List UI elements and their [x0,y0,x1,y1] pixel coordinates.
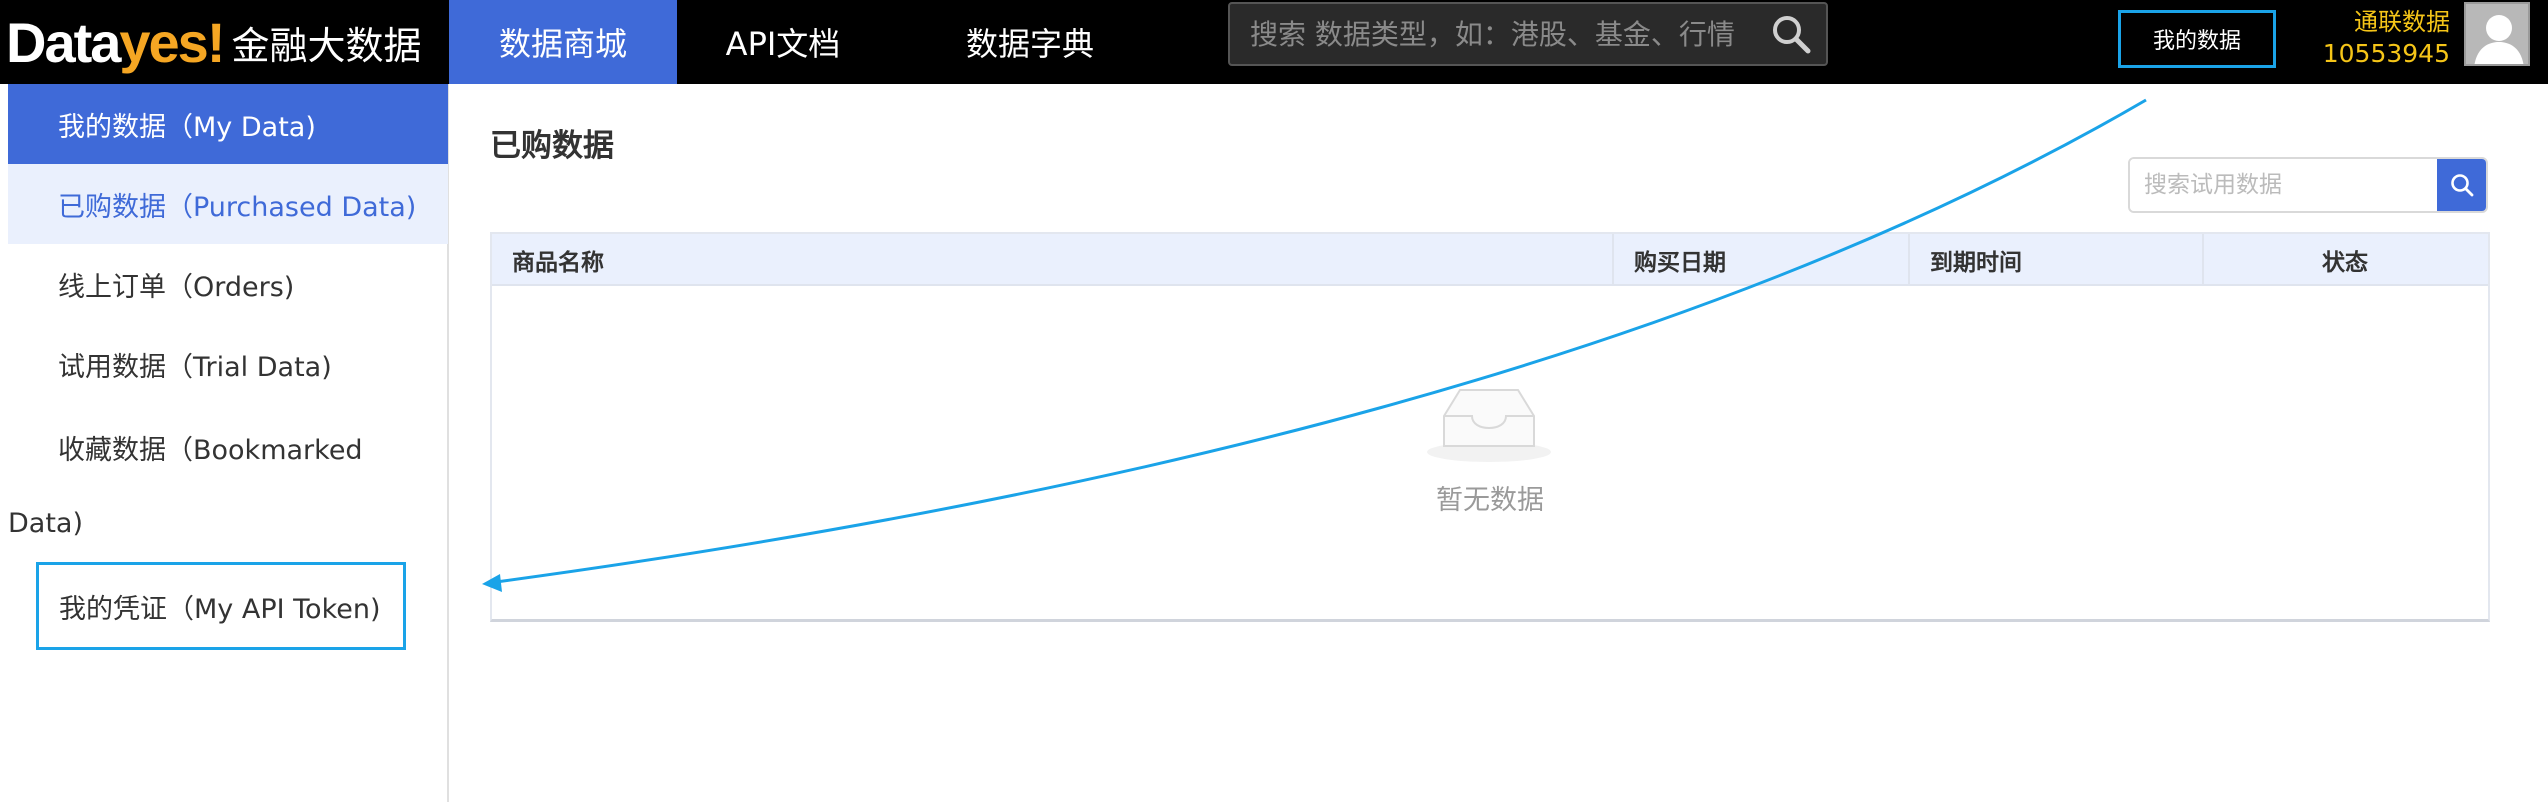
user-id: 10553945 [2322,39,2450,68]
column-header-product-name: 商品名称 [512,250,604,276]
empty-state-text: 暂无数据 [1436,485,1544,516]
empty-inbox-icon [1427,389,1551,462]
logo-data-text: Data [6,10,121,74]
sidebar-item-bookmarked-data-wrap[interactable]: Data) [8,508,83,539]
page-title: 已购数据 [490,128,614,164]
sidebar: 我的数据（My Data) 已购数据（Purchased Data) 线上订单（… [0,84,449,802]
trial-search-input[interactable] [2130,159,2437,211]
sidebar-item-my-data[interactable]: 我的数据（My Data) [8,84,448,164]
purchased-data-table: 商品名称 购买日期 到期时间 状态 暂无数据 [490,232,2490,622]
sidebar-item-purchased-data[interactable]: 已购数据（Purchased Data) [8,164,448,244]
column-header-status: 状态 [2322,250,2368,276]
search-icon [2450,174,2473,197]
search-icon[interactable] [1756,4,1826,64]
column-divider [1612,234,1614,286]
sidebar-item-trial-data[interactable]: 试用数据（Trial Data) [8,324,448,404]
my-data-button[interactable]: 我的数据 [2118,10,2276,68]
global-search [1228,2,1828,66]
sidebar-item-bookmarked-data[interactable]: 收藏数据（Bookmarked [58,428,363,467]
column-divider [1908,234,1910,286]
empty-state: 暂无数据 [492,286,2488,620]
logo-yes-text: yes! [119,10,225,74]
nav-data-dictionary[interactable]: 数据字典 [920,0,1140,84]
column-header-expiry-time: 到期时间 [1930,250,2022,276]
logo[interactable]: Data yes! 金融大数据 [6,6,422,78]
trial-search [2128,157,2488,213]
org-name: 通联数据 [2354,8,2450,36]
user-info[interactable]: 通联数据 10553945 [2310,6,2450,70]
top-bar: Data yes! 金融大数据 数据商城 API文档 数据字典 我的数据 通联数… [0,0,2548,84]
logo-subtitle: 金融大数据 [231,23,422,68]
avatar[interactable] [2464,2,2530,66]
column-header-purchase-date: 购买日期 [1634,250,1726,276]
table-header: 商品名称 购买日期 到期时间 状态 [492,234,2488,286]
sidebar-item-api-token[interactable]: 我的凭证（My API Token) [36,562,406,650]
sidebar-item-orders[interactable]: 线上订单（Orders) [8,244,448,324]
column-divider [2202,234,2204,286]
trial-search-button[interactable] [2437,159,2486,211]
user-avatar-icon [2474,15,2524,64]
nav-data-store[interactable]: 数据商城 [449,0,677,84]
nav-api-docs[interactable]: API文档 [690,0,876,84]
global-search-input[interactable] [1230,4,1756,64]
